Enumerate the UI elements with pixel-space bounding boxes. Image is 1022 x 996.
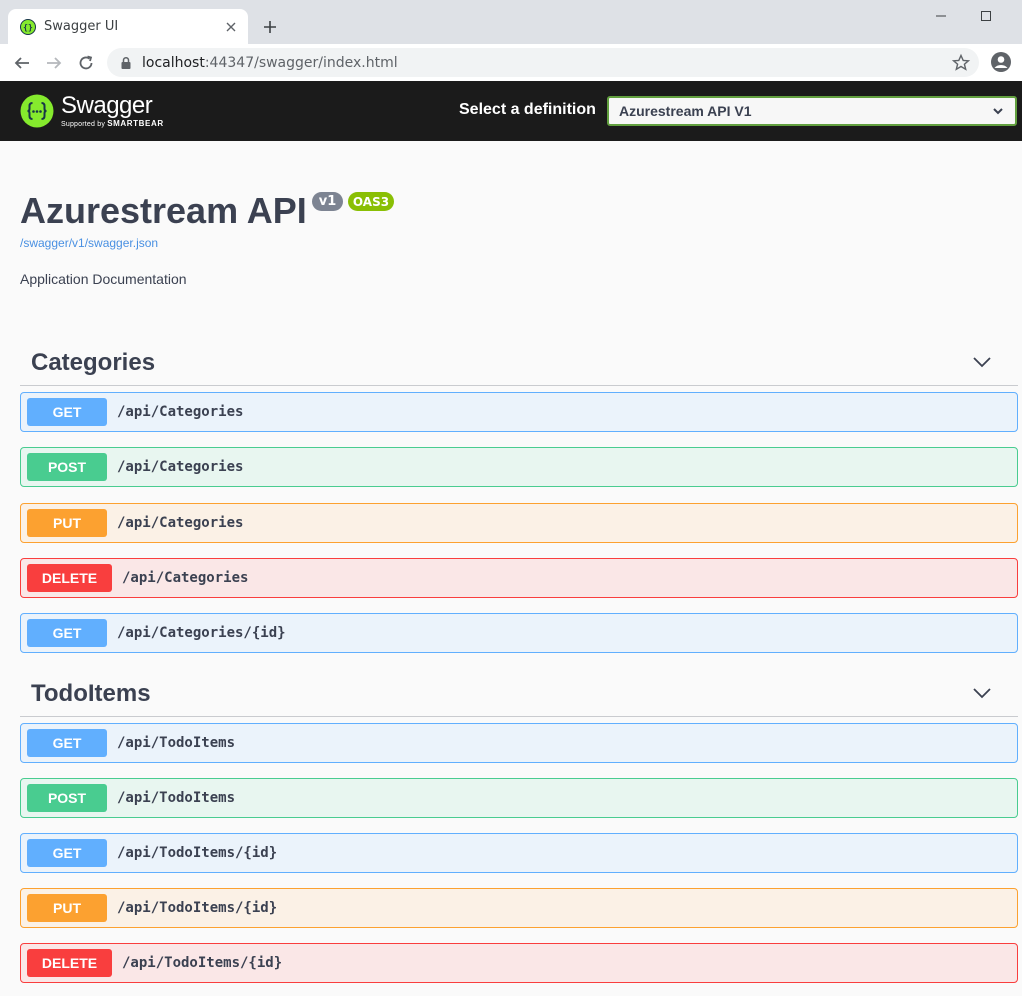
oas-badge: OAS3	[348, 192, 394, 211]
section-title: Categories	[31, 349, 156, 376]
lock-icon	[121, 56, 131, 69]
version-badge: v1	[312, 192, 343, 211]
swagger-logo[interactable]: Swagger Supported by SMARTBEAR	[20, 90, 165, 132]
logo-company: SMARTBEAR	[107, 119, 164, 128]
url-host: localhost	[142, 54, 205, 71]
operation-put-todoitem-by-id[interactable]: PUT /api/TodoItems/{id}	[20, 888, 1018, 928]
section-header-todoitems[interactable]: TodoItems	[20, 672, 1018, 717]
operation-post-categories[interactable]: POST /api/Categories	[20, 447, 1018, 487]
operation-path: /api/TodoItems/{id}	[122, 955, 283, 971]
profile-avatar-icon[interactable]	[989, 50, 1013, 74]
operation-get-todoitems[interactable]: GET /api/TodoItems	[20, 723, 1018, 763]
operation-path: /api/Categories/{id}	[117, 625, 286, 641]
forward-arrow-icon[interactable]	[41, 50, 67, 76]
bookmark-star-icon[interactable]	[951, 53, 971, 73]
swagger-topbar: Swagger Supported by SMARTBEAR Select a …	[0, 81, 1022, 141]
tab-title: Swagger UI	[44, 19, 119, 34]
url-path: :44347/swagger/index.html	[204, 54, 398, 71]
operation-put-categories[interactable]: PUT /api/Categories	[20, 503, 1018, 543]
browser-toolbar: localhost:44347/swagger/index.html	[0, 44, 1022, 81]
section-title: TodoItems	[31, 680, 151, 707]
section-header-categories[interactable]: Categories	[20, 341, 1018, 386]
method-badge: PUT	[27, 894, 107, 922]
operation-path: /api/Categories	[122, 570, 249, 586]
new-tab-plus-icon[interactable]	[258, 15, 282, 39]
tab-close-icon[interactable]	[220, 16, 242, 38]
method-badge: GET	[27, 619, 107, 647]
operation-path: /api/Categories	[117, 459, 244, 475]
chevron-down-icon	[973, 688, 991, 699]
operation-get-todoitem-by-id[interactable]: GET /api/TodoItems/{id}	[20, 833, 1018, 873]
swagger-favicon-icon: {}	[20, 18, 36, 35]
chevron-down-icon	[973, 357, 991, 368]
selected-definition: Azurestream API V1	[619, 103, 752, 119]
logo-tagline: Supported by SMARTBEAR	[61, 119, 164, 128]
operation-path: /api/Categories	[117, 404, 244, 420]
operation-get-categories[interactable]: GET /api/Categories	[20, 392, 1018, 432]
api-title: Azurestream API	[20, 190, 307, 231]
operation-post-todoitems[interactable]: POST /api/TodoItems	[20, 778, 1018, 818]
browser-tab[interactable]: {} Swagger UI	[8, 9, 248, 44]
method-badge: PUT	[27, 509, 107, 537]
address-bar[interactable]: localhost:44347/swagger/index.html	[107, 48, 979, 77]
back-arrow-icon[interactable]	[9, 50, 35, 76]
method-badge: GET	[27, 839, 107, 867]
method-badge: GET	[27, 729, 107, 757]
operation-path: /api/TodoItems	[117, 735, 236, 751]
operation-delete-categories[interactable]: DELETE /api/Categories	[20, 558, 1018, 598]
operation-path: /api/TodoItems	[117, 790, 236, 806]
swagger-json-link[interactable]: /swagger/v1/swagger.json	[20, 236, 158, 250]
browser-tab-strip: {} Swagger UI	[0, 0, 1022, 44]
swagger-logo-icon	[20, 94, 54, 128]
method-badge: GET	[27, 398, 107, 426]
definition-select-label: Select a definition	[459, 101, 596, 118]
svg-text:{}: {}	[23, 23, 33, 32]
api-description: Application Documentation	[20, 271, 187, 287]
logo-name: Swagger	[61, 92, 153, 119]
method-badge: POST	[27, 784, 107, 812]
operation-delete-todoitem-by-id[interactable]: DELETE /api/TodoItems/{id}	[20, 943, 1018, 983]
operation-path: /api/Categories	[117, 515, 244, 531]
method-badge: POST	[27, 453, 107, 481]
definition-select[interactable]: Azurestream API V1	[607, 96, 1017, 126]
chevron-down-icon	[993, 108, 1003, 115]
logo-supported-by: Supported by	[61, 121, 106, 128]
method-badge: DELETE	[27, 564, 112, 592]
operation-get-category-by-id[interactable]: GET /api/Categories/{id}	[20, 613, 1018, 653]
maximize-window-icon[interactable]	[974, 6, 998, 26]
reload-icon[interactable]	[73, 50, 99, 76]
method-badge: DELETE	[27, 949, 112, 977]
operation-path: /api/TodoItems/{id}	[117, 845, 278, 861]
minimize-window-icon[interactable]	[929, 6, 953, 26]
operation-path: /api/TodoItems/{id}	[117, 900, 278, 916]
